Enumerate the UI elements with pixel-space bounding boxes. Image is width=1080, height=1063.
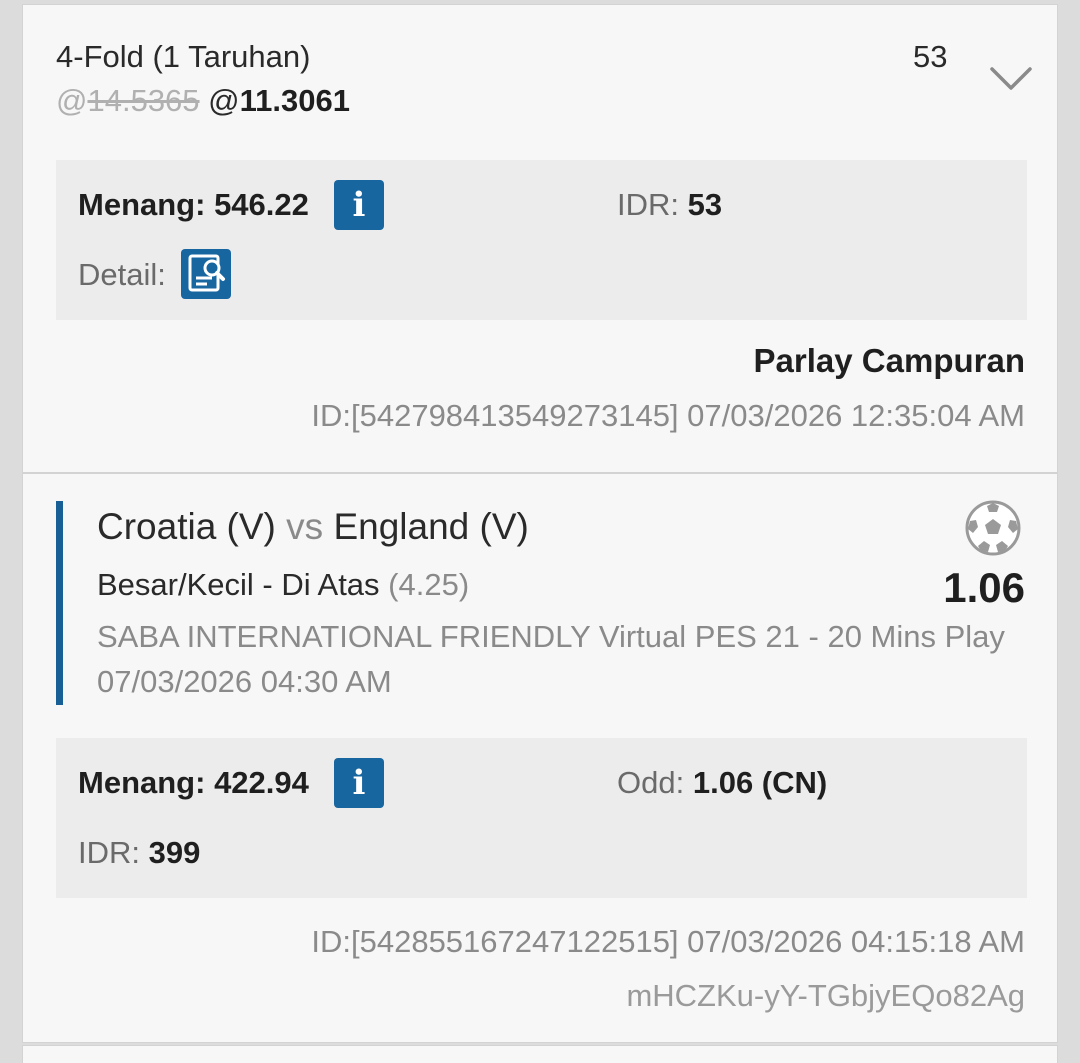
info-icon[interactable]: i [334, 758, 384, 808]
soccer-ball-icon [965, 500, 1021, 556]
odds-prefix-new: @ [208, 83, 240, 118]
win-label: Menang: [78, 187, 206, 222]
leg-odd: Odd: 1.06 (CN) [617, 765, 827, 801]
info-icon[interactable]: i [334, 180, 384, 230]
bet-id-line: ID:[542798413549273145] 07/03/2026 12:35… [311, 398, 1025, 433]
leg-odds: 1.06 [943, 564, 1025, 611]
match-title: Croatia (V) vs England (V) [97, 506, 529, 548]
leg-currency-value: 399 [148, 835, 201, 870]
leg-win-amount: Menang: 422.94 [78, 765, 309, 801]
parlay-odds: @14.5365 @11.3061 [56, 83, 350, 119]
currency-label: IDR: [617, 187, 679, 222]
ticket-code: mHCZKu-yY-TGbjyEQo82Ag [626, 978, 1025, 1013]
win-value: 546.22 [214, 187, 309, 222]
parlay-stake: 53 [913, 39, 948, 74]
leg-card: Croatia (V) vs England (V) Besar/Kecil -… [22, 473, 1058, 1043]
odds-prefix: @ [56, 83, 88, 118]
chevron-down-icon[interactable] [989, 65, 1033, 93]
leg-win-value: 422.94 [214, 765, 309, 800]
detail-label: Detail: [78, 257, 166, 292]
kickoff-time: 07/03/2026 04:30 AM [97, 664, 392, 699]
odds-new: 11.3061 [239, 83, 351, 118]
leg-id-line: ID:[542855167247122515] 07/03/2026 04:15… [311, 924, 1025, 959]
odd-value: 1.06 (CN) [692, 765, 828, 800]
parlay-panel: Menang: 546.22 i IDR: 53 Detail: [56, 160, 1027, 320]
detail-search-icon[interactable] [181, 249, 231, 299]
parlay-title: 4-Fold (1 Taruhan) [56, 39, 311, 74]
leg-currency-label: IDR: [78, 835, 140, 870]
market-line: Besar/Kecil - Di Atas (4.25) [97, 567, 469, 603]
leg-win-label: Menang: [78, 765, 206, 800]
vs-label: vs [286, 506, 324, 547]
leg-accent-bar [56, 501, 63, 705]
parlay-card: 4-Fold (1 Taruhan) 53 @14.5365 @11.3061 … [22, 4, 1058, 473]
next-card [22, 1045, 1058, 1063]
leg-panel: Menang: 422.94 i Odd: 1.06 (CN) IDR: 399 [56, 738, 1027, 898]
currency-value: 53 [687, 187, 723, 222]
leg-currency: IDR: 399 [78, 835, 200, 871]
odd-label: Odd: [617, 765, 685, 800]
currency-amount: IDR: 53 [617, 187, 722, 223]
market-name: Besar/Kecil - Di Atas [97, 567, 380, 602]
odds-old: 14.5365 [87, 83, 200, 118]
away-team: England (V) [333, 506, 529, 547]
handicap: (4.25) [388, 567, 470, 602]
home-team: Croatia (V) [97, 506, 276, 547]
win-amount: Menang: 546.22 [78, 187, 309, 223]
league-name: SABA INTERNATIONAL FRIENDLY Virtual PES … [97, 619, 1005, 654]
bet-type: Parlay Campuran [753, 342, 1025, 379]
